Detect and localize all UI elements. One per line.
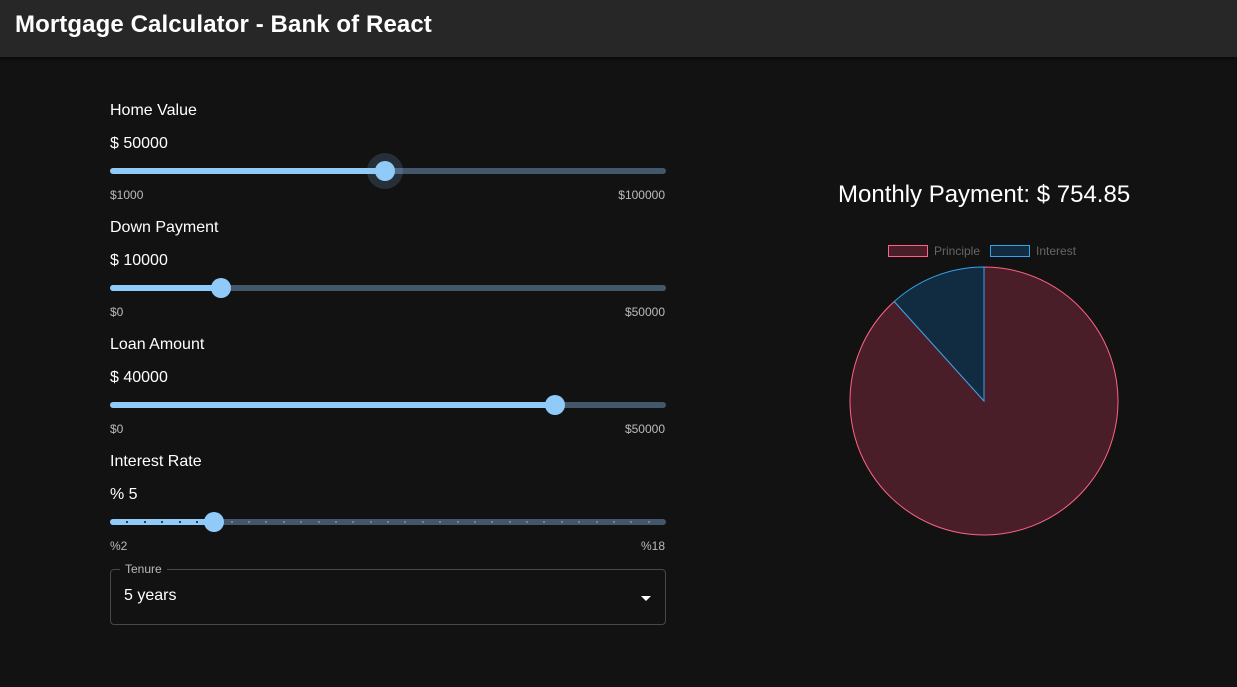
home-value-amount: $ 50000 [110, 135, 168, 152]
interest-rate-label: Interest Rate [110, 453, 202, 470]
down-payment-slider[interactable] [110, 278, 666, 298]
slider-mark [369, 521, 372, 523]
interest-rate-max: %18 [640, 539, 665, 553]
slider-mark [143, 521, 146, 523]
slider-mark [526, 521, 528, 523]
tenure-label: Tenure [120, 562, 167, 576]
slider-mark [421, 521, 424, 523]
legend-label-interest: Interest [1036, 244, 1077, 258]
slider-mark [473, 521, 476, 523]
slider-mark [178, 521, 181, 523]
slider-thumb[interactable] [544, 395, 565, 415]
slider-thumb[interactable] [204, 512, 225, 532]
home-value-slider[interactable] [110, 161, 666, 181]
slider-mark [647, 521, 650, 523]
slider-thumb[interactable] [211, 278, 232, 298]
slider-thumb[interactable] [375, 161, 396, 181]
loan-amount-min: $0 [110, 422, 124, 436]
slider-mark [595, 521, 598, 523]
chart-legend: Principle Interest [888, 243, 1086, 259]
down-payment-label: Down Payment [110, 219, 219, 236]
caret-down-icon[interactable] [641, 596, 651, 601]
down-payment-amount: $ 10000 [110, 252, 168, 269]
home-value-max: $100000 [618, 188, 665, 202]
interest-rate-amount: % 5 [110, 486, 138, 503]
loan-amount-label: Loan Amount [110, 336, 205, 353]
interest-rate-min: %2 [110, 539, 128, 553]
legend-swatch-principle [888, 245, 928, 257]
slider-mark [387, 521, 389, 523]
legend-item-interest[interactable]: Interest [990, 244, 1076, 258]
tenure-select[interactable]: Tenure 5 years [110, 562, 666, 625]
legend-item-principle[interactable]: Principle [888, 244, 980, 258]
app-title: Mortgage Calculator - Bank of React [15, 11, 432, 38]
home-value-min: $1000 [110, 188, 144, 202]
slider-track[interactable] [110, 168, 386, 174]
slider-mark [230, 521, 233, 523]
slider-mark [334, 521, 337, 523]
home-value-label: Home Value [110, 102, 197, 119]
loan-amount-slider[interactable] [110, 395, 666, 415]
legend-swatch-interest [990, 245, 1031, 257]
monthly-payment: Monthly Payment: $ 754.85 [838, 181, 1131, 208]
slider-mark [612, 521, 615, 523]
loan-amount-max: $50000 [624, 422, 665, 436]
slider-mark [508, 521, 511, 523]
legend-label-principle: Principle [934, 244, 981, 258]
slider-mark [560, 521, 563, 523]
slider-mark [248, 521, 250, 523]
slider-mark [317, 521, 320, 523]
slider-track[interactable] [110, 285, 222, 291]
slider-track[interactable] [110, 402, 555, 408]
payment-pie-chart [849, 266, 1119, 536]
down-payment-max: $50000 [624, 305, 665, 319]
slider-mark [195, 521, 198, 523]
slider-mark [456, 521, 459, 523]
down-payment-min: $0 [110, 305, 124, 319]
app-bar: Mortgage Calculator - Bank of React [0, 0, 1237, 57]
slider-mark [282, 521, 285, 523]
interest-rate-slider[interactable] [110, 512, 666, 532]
tenure-value: 5 years [124, 587, 177, 604]
loan-amount-amount: $ 40000 [110, 369, 168, 386]
